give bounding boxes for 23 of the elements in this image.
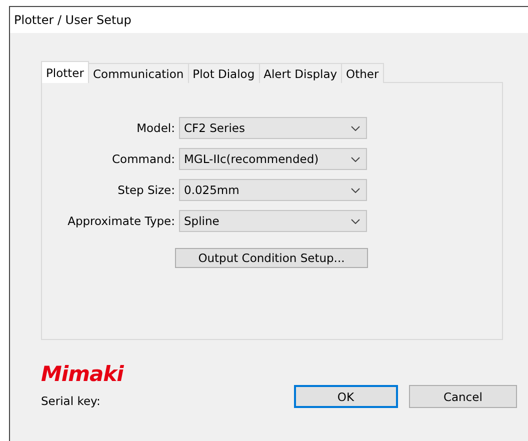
- chevron-down-icon: [351, 218, 360, 224]
- dialog-button[interactable]: Cancel: [408, 385, 517, 408]
- tab[interactable]: Plot Dialog: [188, 63, 260, 83]
- dropdown[interactable]: MGL-IIc(recommended): [179, 148, 367, 170]
- chevron-down-icon: [351, 126, 360, 130]
- tab[interactable]: Communication: [88, 63, 189, 83]
- window-title: Plotter / User Setup: [14, 13, 132, 27]
- field-label: Command:: [111, 152, 176, 166]
- serial-key-label: Serial key:: [41, 394, 102, 408]
- logo: Mimaki: [41, 364, 125, 384]
- field-label: Step Size:: [116, 183, 176, 197]
- field-label: Model:: [136, 121, 176, 135]
- dropdown[interactable]: CF2 Series: [179, 117, 367, 139]
- dropdown[interactable]: Spline: [179, 210, 367, 232]
- dialog-button[interactable]: OK: [294, 385, 398, 408]
- field-label: Approximate Type:: [66, 214, 176, 228]
- tab[interactable]: Plotter: [41, 61, 89, 83]
- tab[interactable]: Other: [341, 63, 384, 83]
- chevron-down-icon: [351, 156, 360, 162]
- output-condition-setup-button[interactable]: Output Condition Setup...: [175, 248, 368, 268]
- chevron-down-icon: [351, 188, 360, 192]
- dropdown[interactable]: 0.025mm: [179, 179, 367, 201]
- tab[interactable]: Alert Display: [258, 63, 342, 83]
